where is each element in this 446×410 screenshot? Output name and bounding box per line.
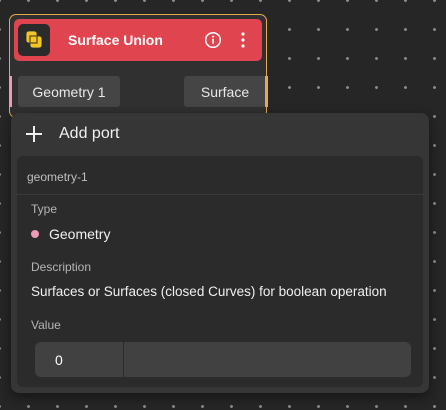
port-details-panel: Add port geometry-1 Type Geometry Descri… [11, 113, 429, 393]
output-port-surface[interactable]: Surface [184, 76, 266, 107]
divider [17, 194, 423, 195]
surface-union-icon [18, 24, 50, 56]
type-value: Geometry [49, 226, 111, 242]
type-color-dot [31, 230, 39, 238]
value-control [35, 342, 411, 377]
description-label: Description [31, 260, 92, 274]
value-input[interactable] [35, 342, 124, 377]
output-port-label: Surface [200, 83, 250, 100]
value-label: Value [31, 318, 61, 332]
description-value: Surfaces or Surfaces (closed Curves) for… [31, 284, 387, 299]
info-icon[interactable] [202, 29, 224, 51]
input-port-connector[interactable] [9, 76, 12, 107]
port-detail-card: geometry-1 Type Geometry Description Sur… [17, 156, 423, 387]
surface-union-node[interactable]: Surface Union Geometry 1 Surface [9, 14, 268, 118]
input-port-label: Geometry 1 [32, 83, 106, 100]
node-title: Surface Union [68, 32, 163, 48]
more-vertical-icon[interactable] [232, 29, 254, 51]
plus-icon [26, 126, 42, 142]
node-header[interactable]: Surface Union [14, 19, 262, 61]
port-id: geometry-1 [27, 170, 88, 184]
input-port-geometry-1[interactable]: Geometry 1 [18, 76, 120, 107]
value-slider[interactable] [124, 342, 411, 377]
type-value-row: Geometry [31, 226, 110, 242]
output-port-connector[interactable] [265, 76, 268, 107]
type-label: Type [31, 202, 58, 216]
add-port-button[interactable]: Add port [25, 121, 119, 147]
add-port-label: Add port [59, 125, 120, 142]
